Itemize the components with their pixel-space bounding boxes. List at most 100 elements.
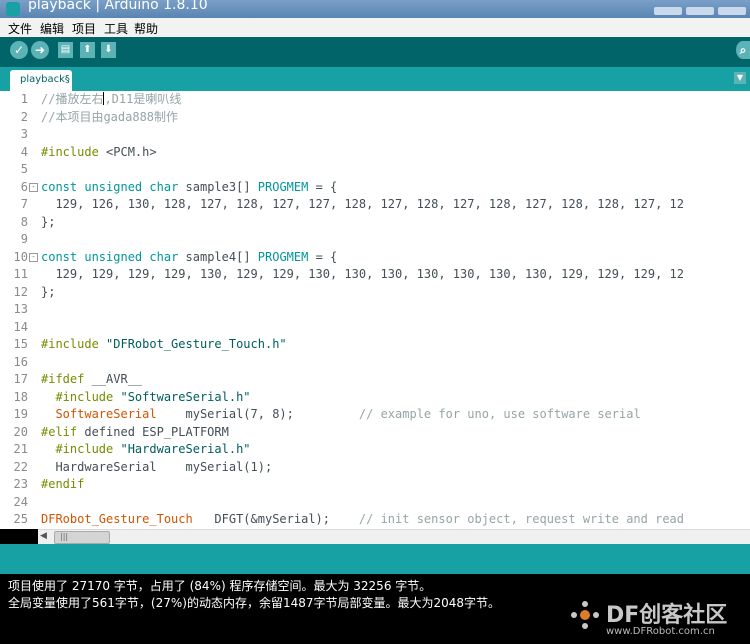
file-icon[interactable]: ▤ (58, 42, 73, 58)
watermark-text: DF创客社区 (606, 603, 728, 628)
type-token: SoftwareSerial (55, 407, 157, 421)
menu-file[interactable]: 文件 (8, 20, 32, 37)
code-text: 129, 129, 129, 129, 130, 129, 129, 130, … (41, 267, 684, 281)
line-number: 25 (13, 512, 28, 526)
line-number: 20 (13, 424, 28, 439)
type-token: DFRobot_Gesture_Touch (41, 512, 193, 526)
tab-bar: playback§ ▼ (0, 67, 750, 91)
tab-playback[interactable]: playback§ (10, 70, 72, 91)
horizontal-scrollbar[interactable]: ◀ ||| (38, 529, 750, 544)
menu-sketch[interactable]: 项目 (72, 20, 96, 37)
string-token: "HardwareSerial.h" (113, 442, 251, 456)
comment-token: // init sensor object, request write and… (358, 512, 684, 526)
code-line: 17 #ifdef __AVR__ (0, 371, 750, 389)
code-token: sample4[] (178, 249, 258, 264)
status-bar (0, 544, 750, 574)
close-window-button[interactable] (718, 7, 746, 15)
line-number: 1 (20, 92, 28, 106)
code-line: 14 (0, 319, 750, 337)
code-line: 16 (0, 354, 750, 372)
code-token: = { (308, 179, 338, 194)
code-line: 18 #include "SoftwareSerial.h" (0, 389, 750, 407)
code-line: 22 HardwareSerial mySerial(1); (0, 459, 750, 477)
code-token: DFGT(&mySerial); (192, 512, 359, 526)
code-line: 19 SoftwareSerial mySerial(7, 8); // exa… (0, 406, 750, 424)
line-number: 13 (13, 302, 28, 316)
keyword-token: unsigned (84, 179, 143, 194)
line-number: 2 (20, 109, 28, 124)
code-line: 20 #elif defined ESP_PLATFORM (0, 424, 750, 442)
maximize-button[interactable] (686, 7, 714, 15)
menu-help[interactable]: 帮助 (134, 20, 158, 37)
code-line: 21 #include "HardwareSerial.h" (0, 441, 750, 459)
preprocessor-token: #include (41, 337, 99, 351)
toolbar: ✓ ➜ ▤ ⬆ ⬇ ⌕ (0, 37, 750, 67)
arrow-down-icon[interactable]: ⬇ (101, 42, 116, 58)
line-number: 19 (13, 407, 28, 421)
line-number: 18 (13, 389, 28, 404)
code-line: 24 (0, 494, 750, 512)
code-line: 11 129, 129, 129, 129, 130, 129, 129, 13… (0, 266, 750, 284)
code-text: HardwareSerial mySerial(1); (41, 459, 273, 474)
serial-monitor-icon[interactable]: ⌕ (736, 41, 750, 59)
line-number: 8 (20, 214, 28, 229)
code-token: = { (308, 249, 338, 264)
code-line: 25 DFRobot_Gesture_Touch DFGT(&mySerial);… (0, 511, 750, 529)
line-number: 16 (13, 354, 28, 369)
line-number: 3 (20, 127, 28, 141)
window-titlebar: playback | Arduino 1.8.10 (0, 0, 750, 18)
code-line: 12}; (0, 284, 750, 302)
comment-part-a: //播放左右 (41, 92, 104, 106)
preprocessor-token: #include (41, 389, 114, 404)
code-line: 5 (0, 161, 750, 179)
line-number: 9 (20, 232, 28, 246)
code-token: <PCM.h> (98, 144, 157, 159)
watermark-url: www.DFRobot.com.cn (606, 626, 715, 637)
code-token: defined ESP_PLATFORM (77, 424, 229, 439)
arrow-up-icon[interactable]: ⬆ (80, 42, 95, 58)
code-line: 10- const unsigned char sample4[] PROGMEM… (0, 249, 750, 267)
line-number: 4 (20, 144, 28, 159)
arduino-app-icon (6, 2, 20, 16)
scroll-left-icon[interactable]: ◀ (40, 531, 47, 541)
code-editor[interactable]: 1 //播放左右,D11是喇叭线 2 //本项目由gada888制作 3 4 #inc… (0, 91, 750, 529)
dfrobot-watermark: DF创客社区 www.DFRobot.com.cn (566, 592, 744, 642)
keyword-token: const (41, 179, 78, 194)
tab-menu-icon[interactable]: ▼ (734, 72, 746, 84)
dfrobot-logo-icon (571, 601, 599, 629)
line-number: 22 (13, 459, 28, 474)
string-token: "DFRobot_Gesture_Touch.h" (98, 337, 287, 351)
preprocessor-token: #include (41, 144, 99, 159)
menu-tools[interactable]: 工具 (104, 20, 128, 37)
line-number: 5 (20, 162, 28, 176)
code-line: 8}; (0, 214, 750, 232)
code-line: 4 #include <PCM.h> (0, 144, 750, 162)
preprocessor-token: #ifdef (41, 372, 85, 386)
fold-icon[interactable]: - (29, 252, 38, 262)
tab-label: playback§ (20, 74, 70, 85)
comment-part-b: ,D11是喇叭线 (104, 92, 182, 106)
keyword-token: PROGMEM (257, 179, 309, 194)
preprocessor-token: #include (41, 442, 114, 456)
code-line: 6- const unsigned char sample3[] PROGMEM … (0, 179, 750, 197)
check-icon[interactable]: ✓ (10, 41, 28, 59)
scrollbar-grip: ||| (60, 532, 69, 541)
keyword-token: unsigned (84, 249, 143, 264)
minimize-button[interactable] (654, 7, 682, 15)
line-number: 6 (20, 179, 28, 194)
arrow-right-icon[interactable]: ➜ (31, 41, 49, 59)
fold-icon[interactable]: - (29, 182, 38, 192)
keyword-token: const (41, 249, 78, 264)
code-token: mySerial(7, 8); (156, 407, 359, 421)
string-token: "SoftwareSerial.h" (113, 389, 251, 404)
line-number: 12 (13, 284, 28, 299)
keyword-token: PROGMEM (257, 249, 309, 264)
console-output: 项目使用了 27170 字节，占用了 (84%) 程序存储空间。最大为 3225… (0, 574, 750, 644)
menu-edit[interactable]: 编辑 (40, 20, 64, 37)
line-number: 17 (13, 372, 28, 386)
line-number: 21 (13, 442, 28, 456)
preprocessor-token: #elif (41, 424, 78, 439)
code-text: }; (41, 284, 56, 299)
code-text: 129, 126, 130, 128, 127, 128, 127, 127, … (41, 197, 684, 211)
line-number: 7 (20, 197, 28, 211)
